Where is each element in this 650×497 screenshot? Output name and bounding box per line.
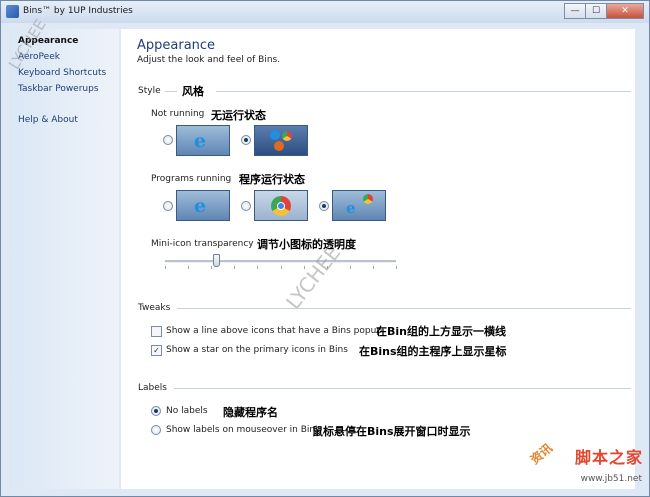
- mini-ie-icon: [270, 130, 280, 140]
- site-watermark-title: 脚本之家: [574, 448, 643, 467]
- labels-section-label: Labels: [138, 383, 167, 393]
- slider-tick: [281, 266, 282, 269]
- slider-tick: [350, 266, 351, 269]
- no-labels-label[interactable]: No labels: [166, 406, 208, 416]
- mini-chrome-icon: [363, 194, 373, 204]
- programs-running-style-3-thumbnail[interactable]: e: [332, 190, 386, 221]
- not-running-style-2-radio[interactable]: [241, 135, 251, 145]
- section-divider: [165, 91, 177, 92]
- programs-running-style-2-radio[interactable]: [241, 201, 251, 211]
- mini-firefox-icon: [274, 141, 284, 151]
- no-labels-cn-note: 隐藏程序名: [223, 406, 278, 419]
- mouseover-labels-cn-note: 鼠标悬停在Bins展开窗口时显示: [312, 425, 471, 438]
- style-section-cn-note: 风格: [182, 85, 204, 98]
- not-running-style-2-thumbnail[interactable]: [254, 125, 308, 156]
- sidebar-item-help-about[interactable]: Help & About: [18, 115, 78, 125]
- programs-running-style-2-thumbnail[interactable]: [254, 190, 308, 221]
- star-checkbox[interactable]: ✓: [151, 345, 162, 356]
- slider-tick: [211, 266, 212, 269]
- internet-explorer-icon: e: [346, 199, 356, 217]
- edge-watermark-text: 资讯: [527, 440, 556, 467]
- programs-running-style-1-thumbnail[interactable]: e: [176, 190, 230, 221]
- line-above-cn-note: 在Bin组的上方显示一横线: [376, 325, 506, 338]
- style-section-label: Style: [138, 86, 161, 96]
- line-above-label[interactable]: Show a line above icons that have a Bins…: [166, 326, 382, 336]
- slider-tick: [234, 266, 235, 269]
- title-bar: Bins™ by 1UP Industries — ☐ ✕: [1, 1, 649, 23]
- programs-running-cn-note: 程序运行状态: [239, 173, 305, 186]
- not-running-cn-note: 无运行状态: [211, 109, 266, 122]
- checkmark-icon: ✓: [153, 346, 160, 355]
- maximize-icon: ☐: [591, 6, 601, 16]
- no-labels-radio[interactable]: [151, 406, 161, 416]
- sidebar-item-taskbar-powerups[interactable]: Taskbar Powerups: [18, 84, 99, 94]
- window-title: Bins™ by 1UP Industries: [23, 6, 133, 16]
- programs-running-label: Programs running: [151, 174, 232, 184]
- internet-explorer-icon: e: [194, 195, 207, 217]
- slider-tick: [165, 266, 166, 269]
- internet-explorer-icon: e: [194, 130, 207, 152]
- slider-tick: [396, 266, 397, 269]
- chrome-icon: [271, 196, 291, 216]
- bins-app-icon: [6, 5, 19, 18]
- section-divider: [174, 388, 631, 389]
- star-label[interactable]: Show a star on the primary icons in Bins: [166, 345, 348, 355]
- not-running-style-1-radio[interactable]: [163, 135, 173, 145]
- appearance-panel: Appearance Adjust the look and feel of B…: [121, 29, 635, 489]
- minimize-icon: —: [570, 6, 580, 16]
- window-controls: — ☐ ✕: [564, 3, 644, 19]
- section-divider: [177, 308, 631, 309]
- programs-running-style-3-radio[interactable]: [319, 201, 329, 211]
- star-cn-note: 在Bins组的主程序上显示星标: [359, 345, 507, 358]
- section-divider: [216, 91, 631, 92]
- site-watermark-logo: 脚本之家 www.jb51.net 资讯: [527, 428, 649, 496]
- sidebar: Appearance AeroPeek Keyboard Shortcuts T…: [5, 16, 119, 489]
- not-running-label: Not running: [151, 109, 205, 119]
- tweaks-section-label: Tweaks: [138, 303, 171, 313]
- minimize-button[interactable]: —: [564, 3, 586, 19]
- maximize-button[interactable]: ☐: [585, 3, 607, 19]
- slider-tick: [373, 266, 374, 269]
- site-watermark-url: www.jb51.net: [580, 474, 642, 484]
- mini-chrome-icon: [282, 131, 292, 141]
- bins-settings-window: Bins™ by 1UP Industries — ☐ ✕ Appearance…: [0, 0, 650, 497]
- line-above-checkbox[interactable]: [151, 326, 162, 337]
- transparency-slider-thumb[interactable]: [213, 254, 220, 267]
- not-running-style-1-thumbnail[interactable]: e: [176, 125, 230, 156]
- page-title: Appearance: [137, 38, 216, 53]
- mini-icon-transparency-label: Mini-icon transparency: [151, 239, 254, 249]
- close-icon: ✕: [621, 6, 629, 16]
- mouseover-labels-radio[interactable]: [151, 425, 161, 435]
- slider-tick: [257, 266, 258, 269]
- page-subtitle: Adjust the look and feel of Bins.: [137, 55, 281, 65]
- mini-icon-transparency-cn-note: 调节小图标的透明度: [257, 238, 356, 251]
- close-button[interactable]: ✕: [606, 3, 644, 19]
- programs-running-style-1-radio[interactable]: [163, 201, 173, 211]
- mouseover-labels-label[interactable]: Show labels on mouseover in Bins: [166, 425, 320, 435]
- slider-tick: [188, 266, 189, 269]
- sidebar-item-keyboard-shortcuts[interactable]: Keyboard Shortcuts: [18, 68, 106, 78]
- transparency-slider-track[interactable]: [165, 260, 396, 263]
